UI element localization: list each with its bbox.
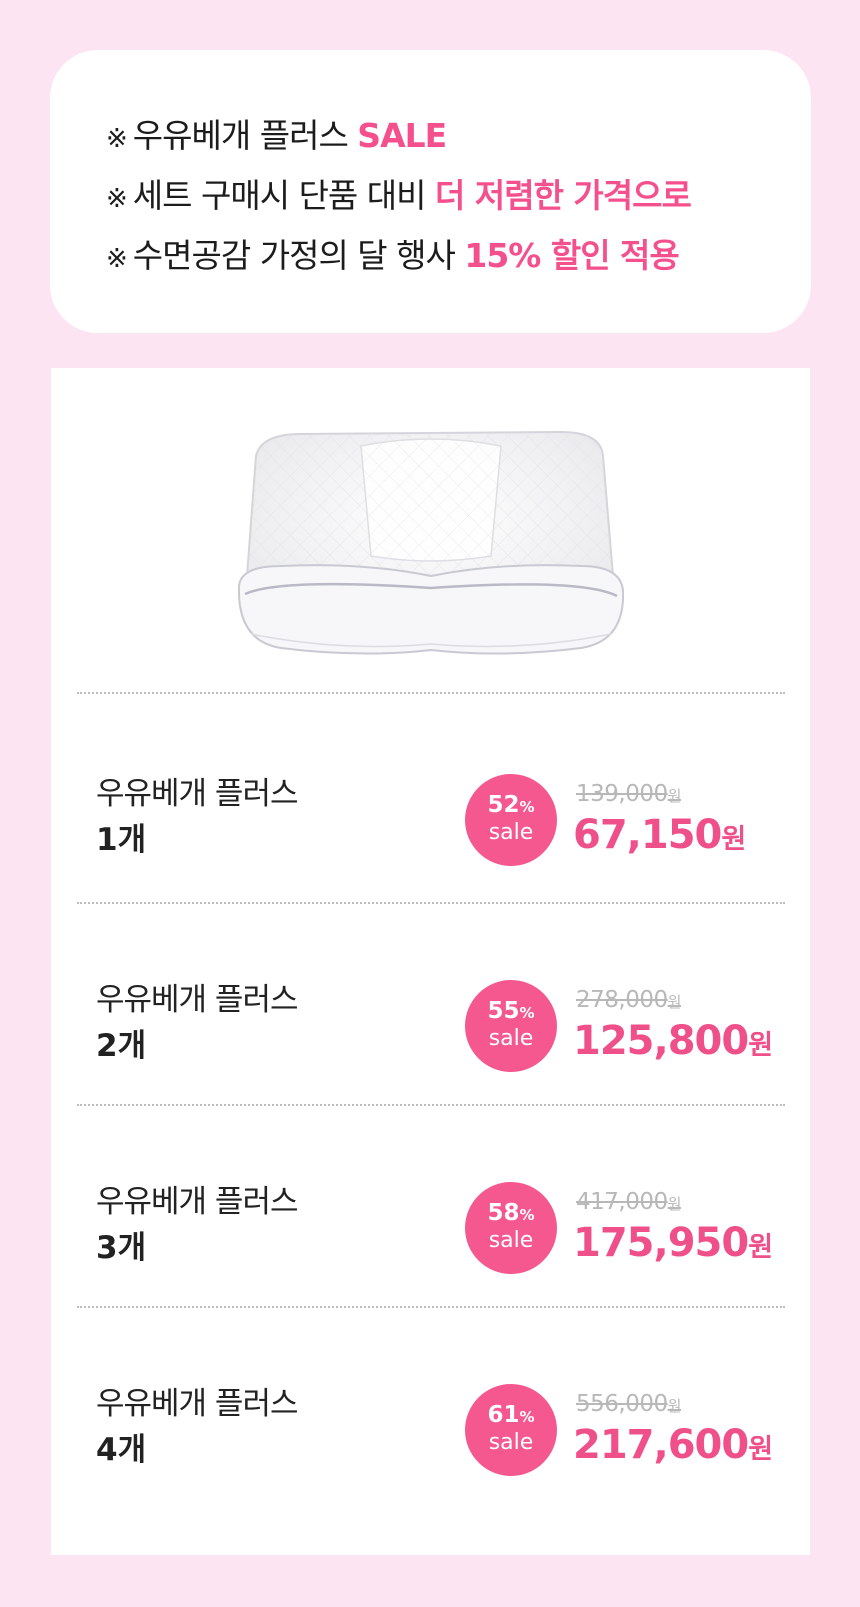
sale-price: 175,950원 (573, 1218, 773, 1273)
option-row-4[interactable]: 우유베개 플러스 4개 61% sale 556,000원 217,600원 (51, 1302, 810, 1508)
currency-unit: 원 (748, 1434, 773, 1465)
original-price-value: 278,000 (576, 987, 668, 1013)
sale-price-value: 67,150 (573, 812, 722, 858)
product-card: 우유베개 플러스 1개 52% sale 139,000원 67,150원 우유… (51, 368, 810, 1555)
pillow-image (221, 426, 641, 666)
notice-highlight: 15% 할인 적용 (464, 236, 679, 275)
original-price: 417,000원 (576, 1188, 681, 1218)
option-row-3[interactable]: 우유베개 플러스 3개 58% sale 417,000원 175,950원 (51, 1100, 810, 1306)
percent-sign: % (519, 798, 535, 816)
option-name: 우유베개 플러스 (96, 1184, 298, 1220)
discount-value: 58 (487, 1200, 520, 1226)
pillow-illustration-icon (237, 430, 625, 655)
discount-badge: 61% sale (465, 1384, 557, 1476)
discount-value: 52 (487, 792, 520, 818)
notice-text: 우유베개 플러스 (132, 116, 358, 155)
option-row-1[interactable]: 우유베개 플러스 1개 52% sale 139,000원 67,150원 (51, 692, 810, 898)
percent-sign: % (519, 1004, 535, 1022)
notice-line-discount: ※ 수면공감 가정의 달 행사 15% 할인 적용 (106, 236, 811, 296)
reference-mark-icon: ※ (106, 184, 128, 214)
sale-price: 125,800원 (573, 1016, 773, 1071)
currency-unit: 원 (748, 1030, 773, 1061)
option-qty: 1개 (96, 822, 147, 858)
option-qty: 3개 (96, 1230, 147, 1266)
currency-unit: 원 (721, 824, 746, 855)
option-qty: 2개 (96, 1028, 147, 1064)
original-price-value: 417,000 (576, 1189, 668, 1215)
sale-label: sale (488, 1228, 534, 1253)
option-name: 우유베개 플러스 (96, 982, 298, 1018)
original-price-value: 556,000 (576, 1391, 668, 1417)
option-name: 우유베개 플러스 (96, 1386, 298, 1422)
sale-label: sale (488, 1430, 534, 1455)
notice-highlight: 더 저렴한 가격으로 (435, 176, 692, 215)
original-price: 556,000원 (576, 1390, 681, 1420)
discount-value: 55 (487, 998, 520, 1024)
sale-label: sale (488, 820, 534, 845)
percent-sign: % (519, 1408, 535, 1426)
original-price-value: 139,000 (576, 781, 668, 807)
currency-unit: 원 (748, 1232, 773, 1263)
sale-price: 217,600원 (573, 1420, 773, 1475)
notice-line-set: ※ 세트 구매시 단품 대비 더 저렴한 가격으로 (106, 176, 811, 236)
option-name: 우유베개 플러스 (96, 776, 298, 812)
notice-text: 수면공감 가정의 달 행사 (132, 236, 465, 275)
sale-price-value: 217,600 (573, 1422, 749, 1468)
currency-unit: 원 (667, 993, 682, 1011)
notice-highlight: SALE (357, 116, 447, 155)
option-row-2[interactable]: 우유베개 플러스 2개 55% sale 278,000원 125,800원 (51, 898, 810, 1104)
notice-box: ※ 우유베개 플러스 SALE ※ 세트 구매시 단품 대비 더 저렴한 가격으로 … (50, 50, 811, 333)
reference-mark-icon: ※ (106, 244, 128, 274)
sale-price: 67,150원 (573, 810, 746, 865)
sale-price-value: 125,800 (573, 1018, 749, 1064)
notice-text: 세트 구매시 단품 대비 (132, 176, 435, 215)
option-qty: 4개 (96, 1432, 147, 1468)
discount-badge: 55% sale (465, 980, 557, 1072)
discount-value: 61 (487, 1402, 520, 1428)
original-price: 278,000원 (576, 986, 681, 1016)
currency-unit: 원 (667, 1397, 682, 1415)
sale-price-value: 175,950 (573, 1220, 749, 1266)
sale-label: sale (488, 1026, 534, 1051)
currency-unit: 원 (667, 1195, 682, 1213)
reference-mark-icon: ※ (106, 124, 128, 154)
discount-badge: 52% sale (465, 774, 557, 866)
discount-badge: 58% sale (465, 1182, 557, 1274)
percent-sign: % (519, 1206, 535, 1224)
notice-line-sale: ※ 우유베개 플러스 SALE (106, 116, 811, 176)
original-price: 139,000원 (576, 780, 681, 810)
currency-unit: 원 (667, 787, 682, 805)
